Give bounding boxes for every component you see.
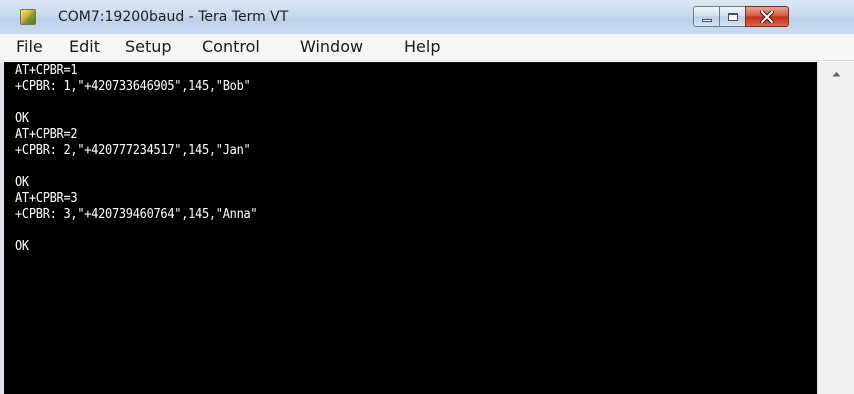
minimize-icon: [701, 18, 712, 22]
minimize-button[interactable]: [693, 6, 720, 27]
vertical-scrollbar[interactable]: [817, 62, 854, 394]
terminal-line: AT+CPBR=2: [15, 127, 78, 142]
menu-control[interactable]: Control: [200, 37, 262, 56]
menu-edit[interactable]: Edit: [67, 37, 102, 56]
terminal-line: OK: [15, 175, 29, 190]
terminal-line: +CPBR: 3,"+420739460764",145,"Anna": [15, 207, 258, 222]
terminal-line: AT+CPBR=3: [15, 191, 78, 206]
close-icon: [760, 10, 774, 23]
menu-file[interactable]: File: [14, 37, 45, 56]
maximize-icon: [727, 12, 738, 21]
terminal-line: +CPBR: 2,"+420777234517",145,"Jan": [15, 143, 251, 158]
tera-term-window: COM7:19200baud - Tera Term VT File Edit …: [0, 0, 854, 394]
menu-help[interactable]: Help: [402, 37, 442, 56]
scroll-up-button[interactable]: [818, 62, 854, 84]
menu-window[interactable]: Window: [298, 37, 365, 56]
terminal-line: AT+CPBR=1: [15, 63, 78, 78]
close-button[interactable]: [745, 6, 789, 27]
menu-bar: File Edit Setup Control Window Help: [0, 34, 854, 61]
window-title: COM7:19200baud - Tera Term VT: [58, 9, 289, 25]
terminal-line: OK: [15, 111, 29, 126]
title-bar[interactable]: COM7:19200baud - Tera Term VT: [0, 0, 854, 34]
tera-term-icon[interactable]: [20, 9, 36, 25]
maximize-button[interactable]: [719, 6, 746, 27]
scroll-up-arrow-icon: [832, 64, 841, 82]
terminal-line: +CPBR: 1,"+420733646905",145,"Bob": [15, 79, 251, 94]
terminal-screen[interactable]: AT+CPBR=1 +CPBR: 1,"+420733646905",145,"…: [4, 62, 817, 394]
terminal-line: OK: [15, 239, 29, 254]
menu-setup[interactable]: Setup: [123, 37, 174, 56]
